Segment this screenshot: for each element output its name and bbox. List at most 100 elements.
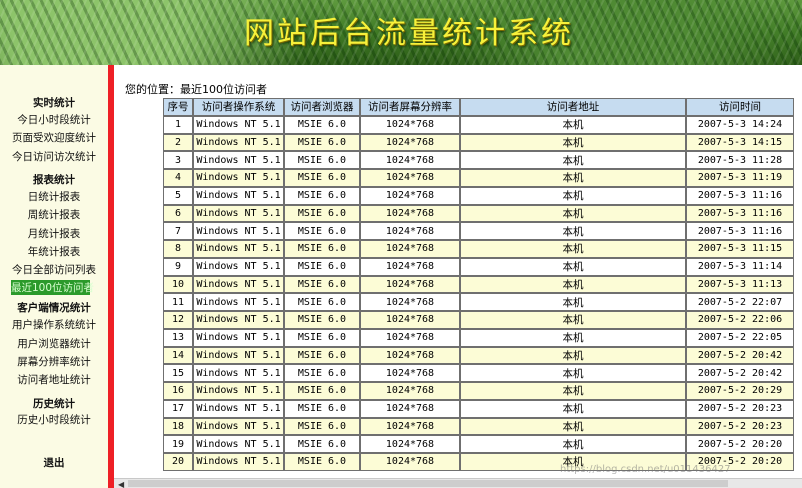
breadcrumb: 您的位置：最近100位访问者	[125, 83, 267, 96]
site-title: 网站后台流量统计系统	[244, 16, 574, 51]
table-row: 17 Windows NT 5.1 MSIE 6.0 1024*768 本机 2007-5…	[163, 399, 794, 418]
nav-item-weekly-report[interactable]: 周统计报表	[0, 207, 108, 222]
table-row: 6 Windows NT 5.1 MSIE 6.0 1024*768 本机 2007-5-…	[163, 204, 794, 223]
cell-time: 2007-5-2 20:23	[686, 399, 794, 418]
table-row: 19 Windows NT 5.1 MSIE 6.0 1024*768 本机 2007-5…	[163, 435, 794, 453]
cell-index: 10	[163, 275, 193, 294]
nav-item-browser-stats[interactable]: 用户浏览器统计	[0, 336, 108, 351]
nav-item-history-hourly[interactable]: 历史小时段统计	[0, 412, 108, 427]
cell-os: Windows NT 5.1	[193, 240, 284, 258]
cell-os: Windows NT 5.1	[193, 293, 284, 311]
cell-os: Windows NT 5.1	[193, 186, 284, 205]
cell-index: 4	[163, 169, 193, 187]
cell-os: Windows NT 5.1	[193, 257, 284, 276]
cell-resolution: 1024*768	[360, 222, 460, 240]
cell-browser: MSIE 6.0	[284, 151, 360, 169]
cell-browser: MSIE 6.0	[284, 186, 360, 205]
cell-time: 2007-5-2 20:42	[686, 364, 794, 382]
nav-item-page-popularity[interactable]: 页面受欢迎度统计	[0, 130, 108, 145]
cell-browser: MSIE 6.0	[284, 328, 360, 347]
col-header-os: 访问者操作系统	[193, 98, 284, 116]
nav-item-hourly-today[interactable]: 今日小时段统计	[0, 112, 108, 127]
cell-index: 16	[163, 382, 193, 400]
scrollbar-thumb[interactable]	[128, 480, 728, 487]
nav-item-recent-100-visitors[interactable]: 最近100位访问者	[11, 280, 94, 295]
cell-browser: MSIE 6.0	[284, 435, 360, 453]
cell-resolution: 1024*768	[360, 257, 460, 276]
table-row: 15 Windows NT 5.1 MSIE 6.0 1024*768 本机 2007-5…	[163, 364, 794, 382]
cell-address: 本机	[460, 222, 686, 240]
cell-resolution: 1024*768	[360, 115, 460, 134]
cell-time: 2007-5-3 11:14	[686, 257, 794, 276]
cell-browser: MSIE 6.0	[284, 399, 360, 418]
header-banner: 网站后台流量统计系统	[0, 0, 802, 65]
cell-index: 7	[163, 222, 193, 240]
cell-index: 9	[163, 257, 193, 276]
nav-item-daily-report[interactable]: 日统计报表	[0, 189, 108, 204]
cell-resolution: 1024*768	[360, 435, 460, 453]
cell-address: 本机	[460, 293, 686, 311]
cell-time: 2007-5-2 22:06	[686, 311, 794, 329]
nav-section-reports: 报表统计	[33, 174, 75, 186]
cell-address: 本机	[460, 364, 686, 382]
nav-item-monthly-report[interactable]: 月统计报表	[0, 226, 108, 241]
cell-time: 2007-5-2 20:42	[686, 346, 794, 365]
nav-item-resolution-stats[interactable]: 屏幕分辨率统计	[0, 354, 108, 369]
cell-time: 2007-5-2 20:23	[686, 417, 794, 436]
cell-os: Windows NT 5.1	[193, 169, 284, 187]
table-row: 1 Windows NT 5.1 MSIE 6.0 1024*768 本机 2007-5-…	[163, 115, 794, 134]
cell-time: 2007-5-3 14:24	[686, 115, 794, 134]
col-header-browser: 访问者浏览器	[284, 98, 360, 116]
nav-item-address-stats[interactable]: 访问者地址统计	[0, 372, 108, 387]
table-row: 7 Windows NT 5.1 MSIE 6.0 1024*768 本机 2007-5-…	[163, 222, 794, 240]
nav-item-visit-count-today[interactable]: 今日访问访次统计	[0, 149, 108, 164]
cell-browser: MSIE 6.0	[284, 222, 360, 240]
col-header-address: 访问者地址	[460, 98, 686, 116]
cell-time: 2007-5-3 11:15	[686, 240, 794, 258]
watermark: https://blog.csdn.net/u011436427	[560, 464, 731, 475]
cell-resolution: 1024*768	[360, 151, 460, 169]
cell-index: 2	[163, 133, 193, 152]
nav-section-client-stats: 客户端情况统计	[17, 302, 91, 314]
visitors-table: 序号 访问者操作系统 访问者浏览器 访问者屏幕分辨率 访问者地址 访问时间 1W…	[163, 98, 794, 471]
cell-resolution: 1024*768	[360, 169, 460, 187]
cell-os: Windows NT 5.1	[193, 364, 284, 382]
cell-browser: MSIE 6.0	[284, 453, 360, 471]
nav-item-yearly-report[interactable]: 年统计报表	[0, 244, 108, 259]
table-row: 2 Windows NT 5.1 MSIE 6.0 1024*768 本机 2007-5-…	[163, 133, 794, 152]
nav-section-realtime: 实时统计	[33, 97, 75, 109]
cell-browser: MSIE 6.0	[284, 133, 360, 152]
cell-browser: MSIE 6.0	[284, 169, 360, 187]
horizontal-scrollbar[interactable]: ◀	[114, 478, 802, 488]
cell-os: Windows NT 5.1	[193, 115, 284, 134]
cell-index: 20	[163, 453, 193, 471]
table-row: 3 Windows NT 5.1 MSIE 6.0 1024*768 本机 2007-5-…	[163, 151, 794, 169]
cell-resolution: 1024*768	[360, 133, 460, 152]
cell-time: 2007-5-2 22:07	[686, 293, 794, 311]
cell-resolution: 1024*768	[360, 364, 460, 382]
table-row: 4 Windows NT 5.1 MSIE 6.0 1024*768 本机 2007-5-…	[163, 169, 794, 187]
cell-address: 本机	[460, 204, 686, 223]
cell-os: Windows NT 5.1	[193, 275, 284, 294]
cell-os: Windows NT 5.1	[193, 382, 284, 400]
cell-browser: MSIE 6.0	[284, 364, 360, 382]
cell-browser: MSIE 6.0	[284, 257, 360, 276]
cell-browser: MSIE 6.0	[284, 115, 360, 134]
cell-os: Windows NT 5.1	[193, 417, 284, 436]
cell-os: Windows NT 5.1	[193, 151, 284, 169]
cell-address: 本机	[460, 257, 686, 276]
cell-address: 本机	[460, 435, 686, 453]
nav-item-os-stats[interactable]: 用户操作系统统计	[0, 317, 108, 332]
cell-resolution: 1024*768	[360, 399, 460, 418]
cell-time: 2007-5-3 11:16	[686, 222, 794, 240]
cell-address: 本机	[460, 328, 686, 347]
cell-index: 13	[163, 328, 193, 347]
cell-index: 15	[163, 364, 193, 382]
cell-address: 本机	[460, 151, 686, 169]
nav-item-all-visits-today[interactable]: 今日全部访问列表	[0, 262, 108, 277]
table-row: 8 Windows NT 5.1 MSIE 6.0 1024*768 本机 2007-5-…	[163, 240, 794, 258]
cell-browser: MSIE 6.0	[284, 240, 360, 258]
logout-link[interactable]: 退出	[0, 455, 108, 470]
triangle-left-icon[interactable]: ◀	[118, 480, 124, 488]
cell-time: 2007-5-3 11:19	[686, 169, 794, 187]
